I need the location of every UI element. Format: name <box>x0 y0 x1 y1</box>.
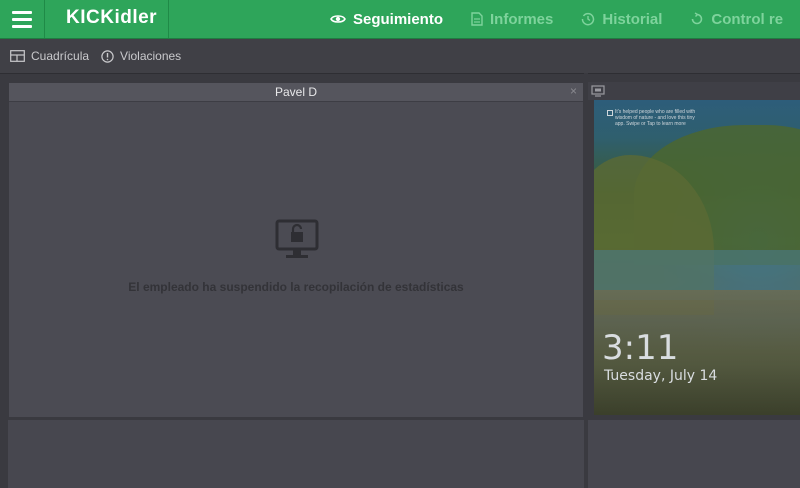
history-icon <box>582 12 595 26</box>
violations-label: Violaciones <box>120 49 182 63</box>
empty-panel-slot <box>588 419 800 488</box>
violations-button[interactable]: Violaciones <box>101 49 181 63</box>
document-icon <box>471 12 483 26</box>
hamburger-line <box>12 10 32 14</box>
empty-panel-slot <box>8 419 584 488</box>
grid-icon <box>10 50 25 62</box>
top-bar: KICKidler Seguimiento Informes Historial <box>0 0 800 39</box>
tip-checkbox-icon <box>607 110 613 116</box>
warning-circle-icon <box>101 49 114 63</box>
grid-view-label: Cuadrícula <box>31 49 90 63</box>
grid-view-button[interactable]: Cuadrícula <box>10 49 89 63</box>
lock-screen-tip: It's helped people who are filled with w… <box>615 109 696 127</box>
nav-tab-seguimiento[interactable]: Seguimiento <box>330 11 443 28</box>
main-nav: Seguimiento Informes Historial Control r… <box>330 0 800 38</box>
app-logo[interactable]: KICKidler <box>66 7 157 29</box>
lock-screen-time: 3:11 <box>602 328 679 368</box>
nav-tab-control[interactable]: Control re <box>690 11 783 28</box>
nav-tab-informes[interactable]: Informes <box>471 11 553 28</box>
screen-panel-header <box>588 82 800 100</box>
suspended-message: El empleado ha suspendido la recopilació… <box>128 280 464 294</box>
lock-screen-date: Tuesday, July 14 <box>604 368 718 384</box>
nav-tab-label: Control re <box>711 10 784 28</box>
view-toolbar: Cuadrícula Violaciones <box>0 39 800 74</box>
logo-divider <box>168 0 169 38</box>
employee-name: Pavel D <box>274 85 318 99</box>
panel-header: Pavel D × <box>9 83 583 102</box>
nav-tab-label: Historial <box>602 10 663 28</box>
hamburger-menu-button[interactable] <box>0 0 45 38</box>
close-icon[interactable]: × <box>570 84 577 98</box>
nav-tab-label: Seguimiento <box>353 10 444 28</box>
hamburger-line <box>12 17 32 21</box>
monitor-lock-icon <box>274 218 320 269</box>
nav-tab-label: Informes <box>490 10 554 28</box>
employee-panel[interactable]: Pavel D × El empleado ha suspendido la r… <box>8 82 584 418</box>
refresh-icon <box>692 12 703 25</box>
eye-icon <box>330 15 346 23</box>
nav-tab-historial[interactable]: Historial <box>581 11 662 28</box>
hamburger-line <box>12 24 32 28</box>
employee-screen-preview[interactable]: It's helped people who are filled with w… <box>594 100 800 415</box>
